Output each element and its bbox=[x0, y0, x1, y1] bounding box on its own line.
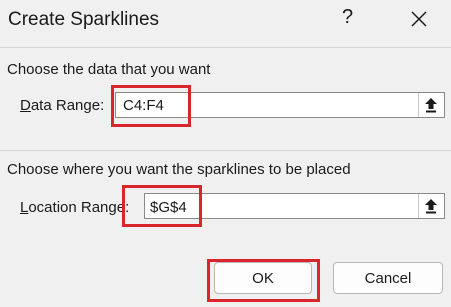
section-divider bbox=[0, 150, 451, 151]
help-button[interactable]: ? bbox=[342, 6, 353, 29]
data-section-heading: Choose the data that you want bbox=[7, 61, 211, 78]
create-sparklines-dialog: Create Sparklines ? Choose the data that… bbox=[0, 0, 451, 307]
location-range-highlight bbox=[122, 185, 202, 227]
data-range-label: Data Range: bbox=[20, 97, 104, 114]
title-divider bbox=[0, 47, 451, 48]
location-range-collapse-button[interactable] bbox=[418, 194, 442, 218]
location-range-label: Location Range: bbox=[20, 199, 129, 216]
ok-button-highlight bbox=[207, 259, 320, 302]
data-range-highlight bbox=[111, 85, 191, 127]
location-section-heading: Choose where you want the sparklines to … bbox=[7, 161, 351, 178]
data-range-label-accesskey: D bbox=[20, 97, 31, 114]
close-button[interactable] bbox=[403, 2, 435, 34]
arrow-up-collapse-icon bbox=[424, 199, 437, 214]
close-icon bbox=[411, 11, 427, 27]
arrow-up-collapse-icon bbox=[424, 98, 437, 113]
cancel-button[interactable]: Cancel bbox=[333, 262, 443, 294]
location-range-label-text: ocation Range: bbox=[28, 199, 130, 216]
data-range-collapse-button[interactable] bbox=[418, 93, 442, 117]
dialog-title: Create Sparklines bbox=[8, 9, 160, 30]
data-range-label-text: ata Range: bbox=[30, 97, 105, 114]
